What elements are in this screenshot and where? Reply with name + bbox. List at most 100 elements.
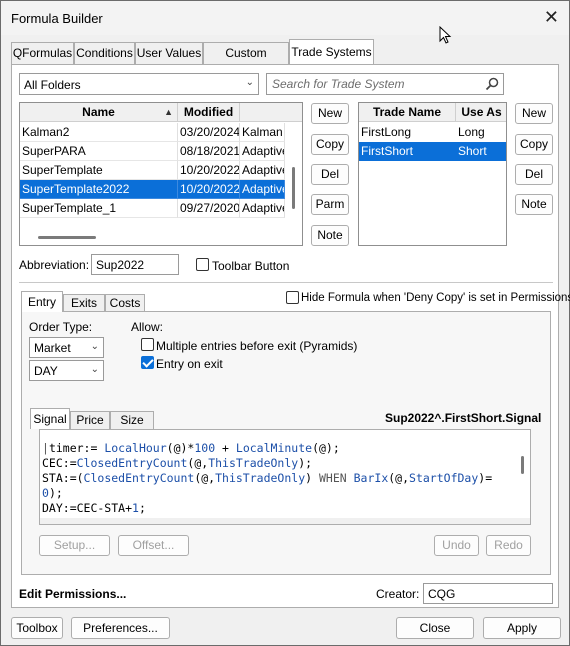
- edit-permissions-link[interactable]: Edit Permissions...: [19, 587, 126, 601]
- code-line-4: 0);: [42, 486, 63, 500]
- undo-button[interactable]: Undo: [434, 535, 479, 556]
- column-header-use-as[interactable]: Use As: [456, 103, 506, 122]
- order-type-dropdown[interactable]: Market ⌄: [29, 337, 104, 358]
- search-input[interactable]: [270, 76, 480, 92]
- tab-user-values[interactable]: User Values: [135, 42, 203, 64]
- code-line-2: CEC:=ClosedEntryCount(@,ThisTradeOnly);: [42, 456, 313, 470]
- abbreviation-field[interactable]: Sup2022: [91, 254, 179, 275]
- toolbar-button-label: Toolbar Button: [212, 259, 290, 273]
- tab-exits[interactable]: Exits: [63, 294, 105, 312]
- tab-entry[interactable]: Entry: [21, 291, 63, 312]
- multiple-entries-checkbox[interactable]: [141, 338, 154, 351]
- copy-trade-button[interactable]: Copy: [515, 134, 553, 155]
- sort-ascending-icon: ▲: [164, 107, 173, 117]
- new-system-button[interactable]: New: [311, 103, 349, 124]
- row-modified: 10/20/2022: [178, 180, 240, 199]
- row-modified: 08/18/2021: [178, 142, 240, 161]
- code-line-3: STA:=(ClosedEntryCount(@,ThisTradeOnly) …: [42, 471, 493, 485]
- tab-size[interactable]: Size: [110, 411, 154, 429]
- row-name: SuperTemplate2022: [20, 180, 178, 199]
- allow-label: Allow:: [131, 320, 164, 334]
- hide-formula-checkbox[interactable]: [286, 291, 299, 304]
- horizontal-scrollbar[interactable]: [38, 236, 96, 239]
- trades-table: Trade Name Use As FirstLong Long FirstSh…: [358, 102, 507, 246]
- multiple-entries-label: Multiple entries before exit (Pyramids): [156, 339, 358, 353]
- tab-trade-systems[interactable]: Trade Systems: [289, 39, 374, 64]
- table-row[interactable]: SuperPARA 08/18/2021 Adaptive: [20, 142, 285, 161]
- search-box[interactable]: [266, 73, 504, 95]
- editor-horizontal-scrollbar[interactable]: [40, 518, 530, 524]
- divider: [19, 282, 553, 283]
- toolbox-button[interactable]: Toolbox: [11, 617, 63, 639]
- search-icon[interactable]: [485, 77, 499, 91]
- entry-on-exit-label: Entry on exit: [156, 357, 223, 371]
- tab-qformulas[interactable]: QFormulas: [11, 42, 74, 64]
- table-row-selected[interactable]: SuperTemplate2022 10/20/2022 Adaptive: [20, 180, 285, 199]
- preferences-button[interactable]: Preferences...: [71, 617, 170, 639]
- close-button[interactable]: Close: [396, 617, 474, 639]
- delete-trade-button[interactable]: Del: [515, 164, 553, 185]
- trade-use-as: Short: [458, 144, 487, 158]
- redo-button[interactable]: Redo: [486, 535, 531, 556]
- apply-button[interactable]: Apply: [483, 617, 561, 639]
- tab-costs[interactable]: Costs: [105, 294, 145, 312]
- delete-system-button[interactable]: Del: [311, 164, 349, 185]
- table-row[interactable]: SuperTemplate 10/20/2022 Adaptive: [20, 161, 285, 180]
- row-modified: 09/27/2020: [178, 199, 240, 218]
- signal-path: Sup2022^.FirstShort.Signal: [385, 411, 542, 425]
- row-name: SuperTemplate: [20, 161, 178, 180]
- formula-editor[interactable]: |timer:= LocalHour(@)*100 + LocalMinute(…: [39, 429, 531, 525]
- window-title: Formula Builder: [11, 11, 103, 26]
- mouse-cursor-icon: [439, 26, 452, 44]
- row-name: SuperTemplate_1: [20, 199, 178, 218]
- trade-name: FirstShort: [361, 144, 414, 158]
- trade-note-button[interactable]: Note: [515, 194, 553, 215]
- creator-field: CQG: [423, 583, 553, 604]
- offset-button[interactable]: Offset...: [118, 535, 189, 556]
- entry-on-exit-checkbox[interactable]: [141, 356, 154, 369]
- chevron-down-icon: ⌄: [245, 77, 254, 88]
- close-icon[interactable]: ✕: [544, 7, 559, 27]
- tab-conditions[interactable]: Conditions: [74, 42, 135, 64]
- chevron-down-icon: ⌄: [90, 364, 99, 375]
- column-header-trade-name[interactable]: Trade Name: [359, 103, 456, 122]
- copy-system-button[interactable]: Copy: [311, 134, 349, 155]
- abbreviation-label: Abbreviation:: [19, 258, 90, 272]
- row-description: Kalman C: [240, 123, 285, 142]
- hide-formula-label: Hide Formula when 'Deny Copy' is set in …: [301, 292, 570, 304]
- row-modified: 03/20/2024: [178, 123, 240, 142]
- column-header-name[interactable]: Name ▲: [20, 103, 178, 122]
- new-trade-button[interactable]: New: [515, 103, 553, 124]
- column-header-description[interactable]: [240, 103, 302, 122]
- creator-label: Creator:: [376, 587, 420, 601]
- editor-scrollbar[interactable]: [521, 456, 524, 474]
- column-header-modified[interactable]: Modified: [178, 103, 240, 122]
- table-row-selected[interactable]: FirstShort Short: [359, 142, 506, 161]
- folder-dropdown-value: All Folders: [24, 78, 81, 92]
- table-row[interactable]: SuperTemplate_1 09/27/2020 Adaptive: [20, 199, 285, 218]
- tab-signal[interactable]: Signal: [30, 408, 70, 429]
- tab-price[interactable]: Price: [70, 411, 110, 429]
- table-row[interactable]: Kalman2 03/20/2024 Kalman C: [20, 123, 285, 142]
- row-description: Adaptive: [240, 161, 285, 180]
- duration-dropdown[interactable]: DAY ⌄: [29, 360, 104, 381]
- vertical-scrollbar[interactable]: [292, 167, 295, 209]
- tab-custom-studies[interactable]: Custom Studies: [203, 42, 289, 80]
- table-row[interactable]: FirstLong Long: [359, 123, 506, 142]
- row-modified: 10/20/2022: [178, 161, 240, 180]
- code-line-5: DAY:=CEC-STA+1;: [42, 501, 146, 515]
- row-description: Adaptive: [240, 180, 285, 199]
- system-note-button[interactable]: Note: [311, 225, 349, 246]
- formula-builder-window: Formula Builder ✕ QFormulas Conditions U…: [0, 0, 570, 646]
- row-name: SuperPARA: [20, 142, 178, 161]
- duration-value: DAY: [34, 364, 58, 378]
- chevron-down-icon: ⌄: [90, 341, 99, 352]
- setup-button[interactable]: Setup...: [39, 535, 110, 556]
- trade-use-as: Long: [458, 125, 485, 139]
- order-type-label: Order Type:: [29, 320, 93, 334]
- trade-systems-table: Name ▲ Modified Kalman2 03/20/2024 Kalma…: [19, 102, 303, 246]
- toolbar-button-checkbox[interactable]: [196, 258, 209, 271]
- parameters-button[interactable]: Parm: [311, 194, 349, 215]
- folder-dropdown[interactable]: All Folders ⌄: [19, 73, 259, 95]
- trade-name: FirstLong: [361, 125, 412, 139]
